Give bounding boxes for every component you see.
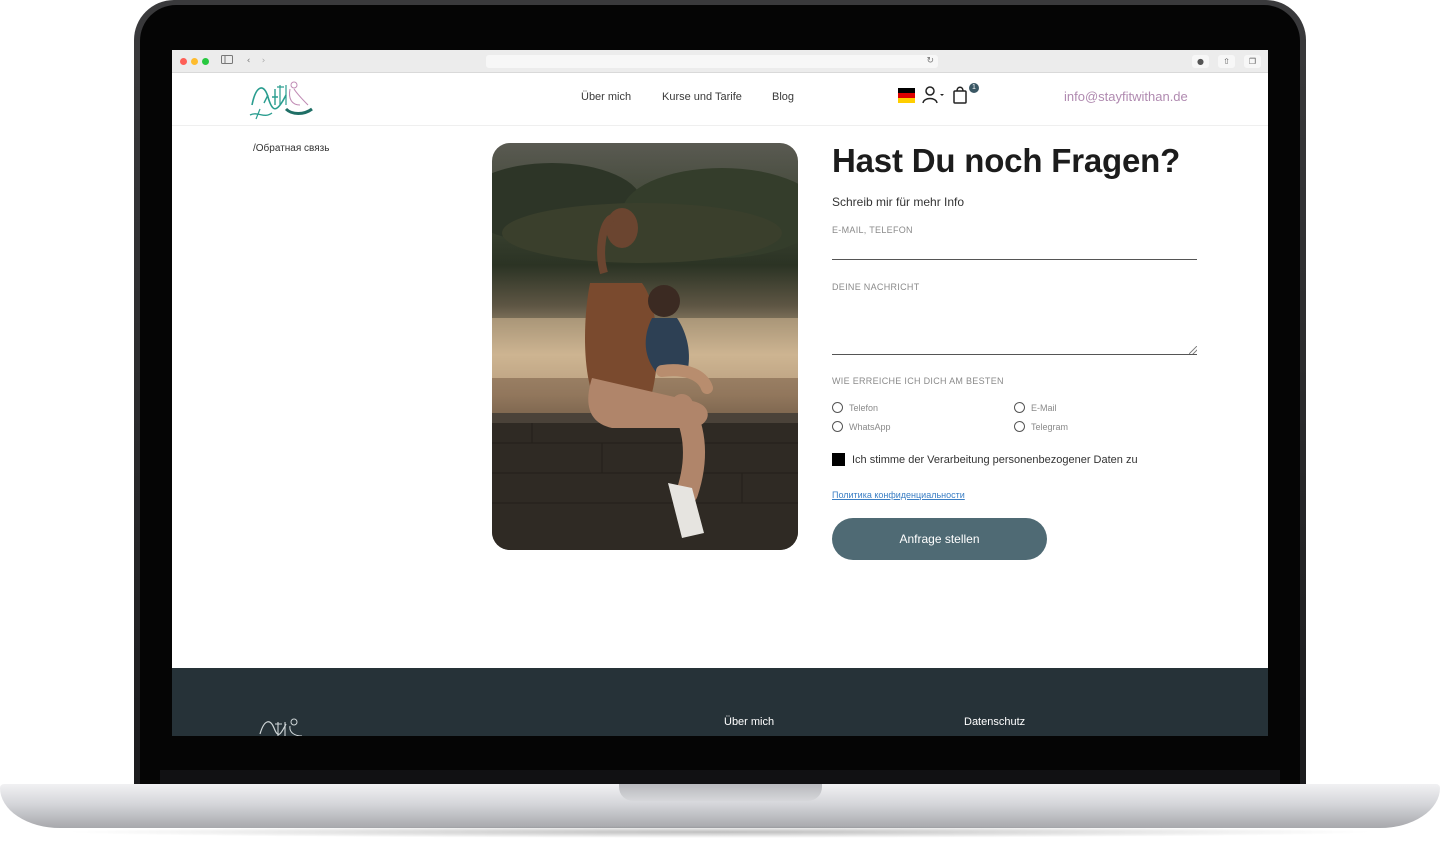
contact-method-label: WIE ERREICHE ICH DICH AM BESTEN — [832, 376, 1004, 386]
download-icon[interactable]: ● — [1192, 55, 1209, 68]
radio-option-phone[interactable]: Telefon — [832, 402, 878, 413]
site-header: Über mich Kurse und Tarife Blog 1 info@s… — [172, 73, 1268, 126]
consent-row: Ich stimme der Verarbeitung personenbezo… — [832, 453, 1138, 466]
forward-arrow-icon[interactable]: › — [258, 55, 269, 68]
contact-input[interactable] — [832, 240, 1197, 260]
footer-logo[interactable] — [256, 714, 306, 736]
radio-label: Telegram — [1031, 421, 1069, 432]
form-title: Hast Du noch Fragen? — [832, 142, 1181, 179]
radio-option-whatsapp[interactable]: WhatsApp — [832, 421, 891, 432]
screen: ‹ › ↻ ● ⇧ ❐ Über mich Kurse und Tarife B… — [172, 50, 1268, 736]
laptop-shadow — [60, 826, 1380, 838]
footer-link-privacy[interactable]: Datenschutz — [964, 716, 1025, 728]
footer-link-about[interactable]: Über mich — [724, 716, 774, 728]
back-arrow-icon[interactable]: ‹ — [243, 55, 254, 68]
radio-label: E-Mail — [1031, 402, 1057, 413]
nav-link-courses[interactable]: Kurse und Tarife — [662, 91, 742, 103]
radio-circle-icon[interactable] — [832, 402, 843, 413]
message-field-label: DEINE NACHRICHT — [832, 282, 920, 292]
nav-link-blog[interactable]: Blog — [772, 91, 794, 103]
privacy-policy-link[interactable]: Политика конфиденциальности — [832, 490, 965, 500]
contact-field-label: E-MAIL, TELEFON — [832, 225, 913, 235]
radio-label: Telefon — [849, 402, 879, 413]
hero-photo — [492, 143, 798, 550]
site-logo[interactable] — [246, 75, 316, 125]
sidebar-icon[interactable] — [220, 55, 234, 68]
reload-icon[interactable]: ↻ — [926, 55, 934, 68]
url-field[interactable]: ↻ — [486, 55, 938, 68]
radio-label: WhatsApp — [849, 421, 891, 432]
minimize-window-button[interactable] — [191, 58, 198, 65]
laptop-notch — [619, 784, 822, 801]
tabs-icon[interactable]: ❐ — [1244, 55, 1261, 68]
resize-grip-icon[interactable] — [1189, 346, 1197, 354]
message-textarea[interactable] — [832, 300, 1197, 355]
radio-circle-icon[interactable] — [1014, 421, 1025, 432]
browser-toolbar: ‹ › ↻ ● ⇧ ❐ — [172, 50, 1268, 73]
breadcrumb[interactable]: /Обратная связь — [253, 143, 329, 154]
radio-circle-icon[interactable] — [832, 421, 843, 432]
radio-circle-icon[interactable] — [1014, 402, 1025, 413]
close-window-button[interactable] — [180, 58, 187, 65]
share-icon[interactable]: ⇧ — [1218, 55, 1235, 68]
user-icon[interactable] — [922, 86, 946, 104]
nav-link-about[interactable]: Über mich — [581, 91, 631, 103]
german-flag-icon[interactable] — [898, 88, 915, 103]
header-email-link[interactable]: info@stayfitwithan.de — [1064, 89, 1188, 104]
consent-checkbox[interactable] — [832, 453, 845, 466]
cart-count-badge: 1 — [969, 83, 979, 93]
radio-option-telegram[interactable]: Telegram — [1014, 421, 1068, 432]
submit-button[interactable]: Anfrage stellen — [832, 518, 1047, 560]
form-subtitle: Schreib mir für mehr Info — [832, 195, 965, 209]
radio-option-email[interactable]: E-Mail — [1014, 402, 1057, 413]
site-footer: Über mich Datenschutz — [172, 668, 1268, 736]
maximize-window-button[interactable] — [202, 58, 209, 65]
consent-label: Ich stimme der Verarbeitung personenbezo… — [852, 453, 1138, 466]
